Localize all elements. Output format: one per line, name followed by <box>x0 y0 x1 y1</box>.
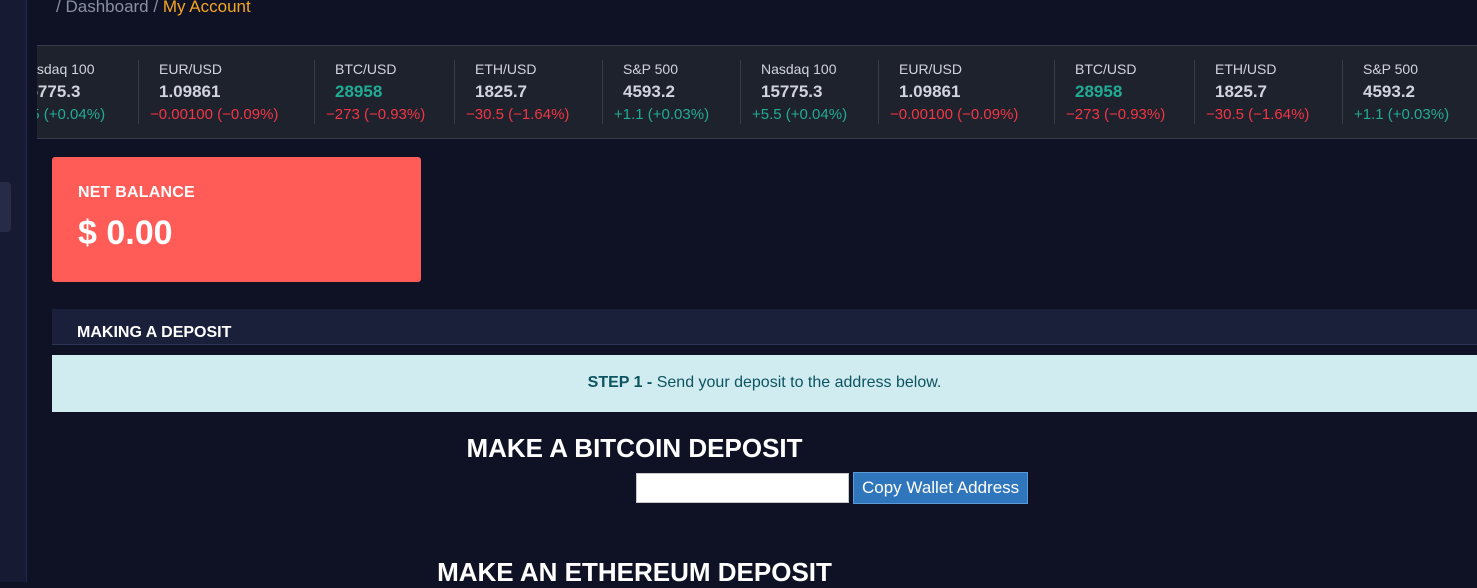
ticker-symbol: BTC/USD <box>1075 61 1137 77</box>
ticker-item[interactable]: S&P 500 4593.2 +1.1 (+0.03%) <box>1343 46 1477 138</box>
sidebar <box>0 0 27 582</box>
copy-wallet-address-button[interactable]: Copy Wallet Address <box>853 472 1029 504</box>
ticker-symbol: Nasdaq 100 <box>37 61 95 77</box>
ticker-price: 4593.2 <box>623 82 675 101</box>
ticker-change: −273 (−0.93%) <box>326 106 426 123</box>
ticker-price: 1.09861 <box>159 82 221 101</box>
breadcrumb-dashboard[interactable]: Dashboard <box>65 0 148 16</box>
ticker-price: 1825.7 <box>475 82 527 101</box>
ticker-price: 15775.3 <box>761 82 823 101</box>
ticker-item[interactable]: BTC/USD 28958 −273 (−0.93%) <box>315 46 455 138</box>
ticker-symbol: ETH/USD <box>475 61 537 77</box>
breadcrumb-current: My Account <box>162 0 251 16</box>
ticker-change: −30.5 (−1.64%) <box>466 106 570 123</box>
bitcoin-deposit-title: MAKE A BITCOIN DEPOSIT <box>466 433 803 463</box>
ticker-item[interactable]: ETH/USD 1825.7 −30.5 (−1.64%) <box>455 46 603 138</box>
ticker-change: +1.1 (+0.03%) <box>1354 106 1450 123</box>
ticker-symbol: S&P 500 <box>1363 61 1419 77</box>
ticker-price: 28958 <box>1075 82 1123 101</box>
breadcrumb-separator: / <box>153 0 159 16</box>
ticker-change: +5.5 (+0.04%) <box>37 106 106 123</box>
ticker-symbol: BTC/USD <box>335 61 397 77</box>
ticker-track: Nasdaq 100 15775.3 +5.5 (+0.04%) EUR/USD 1.0… <box>37 46 1477 138</box>
deposit-panel-header: MAKING A DEPOSIT <box>52 309 1477 345</box>
ticker-change: +1.1 (+0.03%) <box>614 106 710 123</box>
ticker-item[interactable]: S&P 500 4593.2 +1.1 (+0.03%) <box>603 46 741 138</box>
ticker-change: −0.00100 (−0.09%) <box>890 106 1019 123</box>
ticker-change: −0.00100 (−0.09%) <box>150 106 279 123</box>
bitcoin-wallet-address-input[interactable] <box>636 473 849 503</box>
deposit-panel-title: MAKING A DEPOSIT <box>77 324 232 341</box>
ticker-change: −273 (−0.93%) <box>1066 106 1166 123</box>
sidebar-toggle[interactable] <box>0 182 11 232</box>
step-text: Send your deposit to the address below. <box>656 374 942 391</box>
ticker-symbol: EUR/USD <box>899 61 963 77</box>
ticker-item[interactable]: Nasdaq 100 15775.3 +5.5 (+0.04%) <box>741 46 879 138</box>
market-ticker-tape[interactable]: Nasdaq 100 15775.3 +5.5 (+0.04%) EUR/USD 1.0… <box>37 45 1477 139</box>
ticker-item[interactable]: BTC/USD 28958 −273 (−0.93%) <box>1055 46 1195 138</box>
ticker-change: −30.5 (−1.64%) <box>1206 106 1310 123</box>
ticker-item[interactable]: EUR/USD 1.09861 −0.00100 (−0.09%) <box>139 46 315 138</box>
ticker-price: 4593.2 <box>1363 82 1415 101</box>
ticker-symbol: S&P 500 <box>623 61 679 77</box>
ticker-symbol: Nasdaq 100 <box>761 61 837 77</box>
ticker-item[interactable]: Nasdaq 100 15775.3 +5.5 (+0.04%) <box>37 46 139 138</box>
net-balance-value: $ 0.00 <box>78 214 173 252</box>
ticker-change: +5.5 (+0.04%) <box>752 106 848 123</box>
ticker-price: 1825.7 <box>1215 82 1267 101</box>
breadcrumb-separator: / <box>56 0 61 16</box>
net-balance-card: NET BALANCE $ 0.00 <box>52 157 421 282</box>
ticker-price: 1.09861 <box>899 82 961 101</box>
ticker-price: 15775.3 <box>37 82 81 101</box>
ticker-symbol: ETH/USD <box>1215 61 1277 77</box>
net-balance-label: NET BALANCE <box>78 184 195 201</box>
ticker-item[interactable]: ETH/USD 1825.7 −30.5 (−1.64%) <box>1195 46 1343 138</box>
breadcrumb: / Dashboard / My Account <box>56 0 251 17</box>
step-alert: STEP 1 - Send your deposit to the addres… <box>52 355 1477 412</box>
ticker-price: 28958 <box>335 82 383 101</box>
ticker-symbol: EUR/USD <box>159 61 223 77</box>
bitcoin-wallet-row: Copy Wallet Address <box>636 472 1029 504</box>
step-label: STEP 1 - <box>587 374 653 391</box>
deposit-panel: MAKING A DEPOSIT STEP 1 - Send your depo… <box>52 309 1477 587</box>
ticker-item[interactable]: EUR/USD 1.09861 −0.00100 (−0.09%) <box>879 46 1055 138</box>
ethereum-deposit-title: MAKE AN ETHEREUM DEPOSIT <box>437 557 832 587</box>
